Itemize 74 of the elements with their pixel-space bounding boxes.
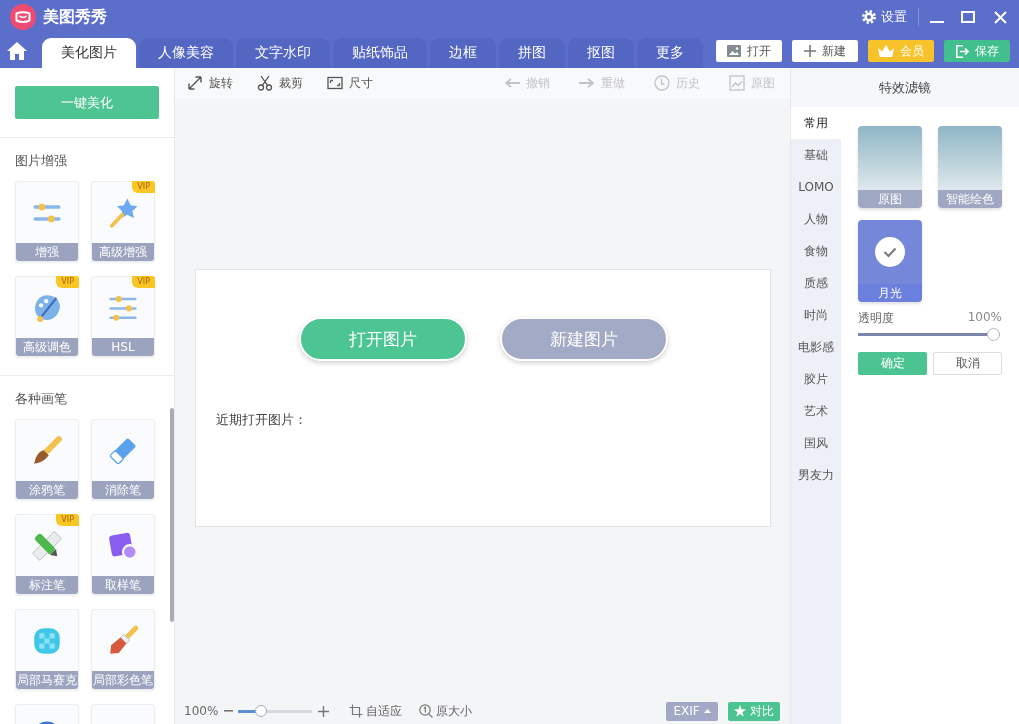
- toolbar-button[interactable]: 旋转: [187, 74, 233, 92]
- tab[interactable]: 抠图: [568, 38, 634, 68]
- vip-badge: VIP: [56, 276, 79, 288]
- image-icon: [727, 45, 741, 57]
- tab[interactable]: 人像美容: [139, 38, 233, 68]
- fit-button[interactable]: 自适应: [349, 702, 403, 720]
- category-tab[interactable]: 时尚: [791, 299, 841, 331]
- cancel-button[interactable]: 取消: [933, 352, 1002, 375]
- photo-placeholder: [858, 126, 922, 190]
- close-icon[interactable]: [994, 10, 1007, 24]
- crop-corners-icon: [349, 704, 364, 718]
- section-title: 各种画笔: [15, 390, 67, 408]
- scrollbar[interactable]: [170, 408, 174, 622]
- plus-icon[interactable]: [318, 705, 330, 717]
- caret-icon: [703, 709, 711, 713]
- tab[interactable]: 更多: [637, 38, 703, 68]
- frame-icon: [327, 75, 343, 91]
- actual-size-button[interactable]: 原大小: [419, 702, 473, 720]
- opacity-label: 透明度: [858, 310, 894, 327]
- tab[interactable]: 拼图: [499, 38, 565, 68]
- settings-button[interactable]: 设置: [862, 8, 907, 26]
- tool-tile[interactable]: VIP 高级增强: [91, 181, 155, 262]
- plus-icon: [804, 45, 816, 57]
- photo-placeholder: [938, 126, 1002, 190]
- category-tab[interactable]: 胶片: [791, 363, 841, 395]
- vip-badge: VIP: [132, 181, 155, 193]
- recent-files-label: 近期打开图片：: [216, 411, 307, 429]
- slider-thumb[interactable]: [987, 328, 1000, 341]
- category-tab[interactable]: 常用: [791, 107, 841, 139]
- category-tab[interactable]: 基础: [791, 139, 841, 171]
- exit-icon: [955, 44, 969, 58]
- star-icon: [734, 705, 746, 717]
- right-arrow-icon: [579, 75, 595, 91]
- category-tab[interactable]: 国风: [791, 427, 841, 459]
- clock-icon: [654, 75, 670, 91]
- left-arrow-icon: [504, 75, 520, 91]
- toolbar-button[interactable]: 裁剪: [257, 74, 303, 92]
- open-button[interactable]: 打开: [716, 40, 782, 62]
- category-tab[interactable]: 质感: [791, 267, 841, 299]
- crown-icon: [878, 45, 894, 57]
- category-tab[interactable]: 电影感: [791, 331, 841, 363]
- logo-icon: [10, 4, 36, 30]
- category-tab[interactable]: 人物: [791, 203, 841, 235]
- tab[interactable]: 文字水印: [236, 38, 330, 68]
- window-title: 美图秀秀: [43, 6, 107, 28]
- opacity-reading: 100%: [967, 310, 1002, 326]
- tool-tile[interactable]: VIP HSL: [91, 276, 155, 357]
- toolbar-button[interactable]: 尺寸: [327, 74, 373, 92]
- tab[interactable]: 边框: [430, 38, 496, 68]
- category-tab[interactable]: LOMO: [791, 171, 841, 203]
- diagonal-arrow-icon: [187, 75, 203, 91]
- new-button[interactable]: 新建: [792, 40, 858, 62]
- tool-tile[interactable]: VIP 高级调色: [15, 276, 79, 357]
- zoom-reading: 100%: [184, 704, 219, 718]
- category-tab[interactable]: 食物: [791, 235, 841, 267]
- tool-tile[interactable]: VIP 标注笔: [15, 514, 79, 595]
- category-tab[interactable]: 艺术: [791, 395, 841, 427]
- section-title: 图片增强: [15, 152, 67, 170]
- slider-thumb[interactable]: [255, 705, 268, 717]
- minus-icon[interactable]: [224, 710, 234, 712]
- vip-badge: VIP: [56, 514, 79, 526]
- check-icon: [875, 237, 905, 267]
- home-icon[interactable]: [7, 42, 27, 60]
- panel-title: 特效滤镜: [791, 68, 1019, 107]
- tab[interactable]: 美化图片: [42, 38, 136, 68]
- filter-tile[interactable]: 月光: [858, 220, 922, 302]
- settings-icon: [862, 10, 876, 24]
- image-icon: [729, 75, 745, 91]
- tab[interactable]: 贴纸饰品: [333, 38, 427, 68]
- maximize-icon[interactable]: [961, 11, 975, 23]
- magnifier-icon: [419, 704, 434, 718]
- category-tab[interactable]: 男友力: [791, 459, 841, 491]
- scissors-icon: [257, 75, 273, 91]
- vip-badge: VIP: [132, 276, 155, 288]
